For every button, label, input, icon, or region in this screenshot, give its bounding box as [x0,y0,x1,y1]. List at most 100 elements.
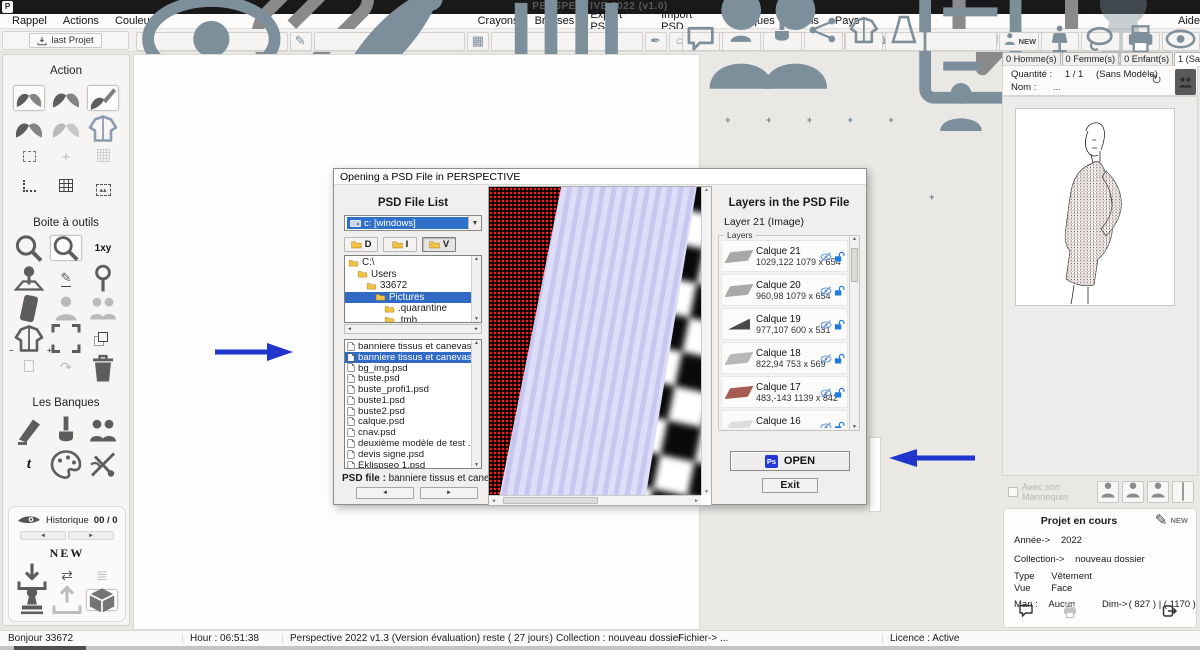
project-chat-icon[interactable] [1018,603,1034,619]
mannequin-checkbox[interactable] [1008,487,1018,497]
project-printer-icon[interactable] [1062,603,1078,619]
preview-eye-icon[interactable] [136,32,288,51]
tray-upload-icon[interactable] [51,589,83,611]
needles-icon[interactable] [87,451,119,477]
layer-item[interactable]: Calque 19 977,107 600 x 531 [721,308,848,340]
lasso-icon[interactable] [1081,32,1119,51]
layer-lock-toggle[interactable] [833,318,845,330]
open-button[interactable]: Ps OPEN [730,451,850,471]
file-next-button[interactable]: ► [420,487,478,499]
leaf-brush-icon[interactable] [314,32,466,51]
folder-shortcut-button[interactable]: V [422,237,456,252]
pencil-icon[interactable]: ✎ [290,32,312,51]
list-icon[interactable]: ≣ [86,565,118,587]
brush-add-icon[interactable]: + [763,32,802,51]
item-0-femme-s[interactable]: 0 Femme(s) [1062,52,1120,65]
woman-icon[interactable] [1122,481,1144,503]
box-icon[interactable] [86,589,118,611]
file-item[interactable]: bg_img.psd [345,363,471,374]
layer-visibility-toggle[interactable] [820,318,832,330]
man-icon[interactable] [1097,481,1119,503]
file-item[interactable]: buste.psd [345,373,471,384]
stamp-tool-icon[interactable] [16,589,48,611]
file-item[interactable]: banniere tissus et canevas1.psd [345,352,471,363]
nodes-add-icon[interactable]: + [804,32,843,51]
layer-visibility-toggle[interactable] [820,250,832,262]
folder-tree-hscrollbar[interactable]: ◄► [344,324,482,334]
drive-select[interactable]: c: [windows] ▼ [344,215,482,231]
layer-item[interactable]: Calque 20 960,98 1079 x 654 [721,274,848,306]
preview-hscroll-thumb[interactable] [503,497,598,504]
person-icon[interactable] [50,295,82,321]
palette-icon[interactable] [50,451,82,477]
person-new-button[interactable]: NEW [999,32,1039,51]
layer-visibility-toggle[interactable] [820,420,832,428]
item-0-enfant-s[interactable]: 0 Enfant(s) [1120,52,1173,65]
chat-bubble-icon[interactable] [682,32,720,51]
garment-color-icon[interactable] [87,115,119,141]
project-export-icon[interactable] [1162,603,1178,619]
canvas-scroll-strip[interactable] [869,437,881,512]
item-0-homme-s[interactable]: 0 Homme(s) [1002,52,1061,65]
folder-item[interactable]: 33672 [345,280,471,292]
eye-icon[interactable] [1162,32,1200,51]
layer-item[interactable]: Calque 21 1029,122 1079 x 654 [721,240,848,272]
layer-visibility-toggle[interactable] [820,386,832,398]
garment-add-icon[interactable]: + [926,32,997,51]
file-item[interactable]: Eklispseo 1.psd [345,460,471,469]
outfit-add-icon[interactable]: + [845,32,884,51]
folder-shortcut-button[interactable]: I [383,237,417,252]
layer-lock-toggle[interactable] [833,386,845,398]
file-prev-button[interactable]: ◄ [356,487,414,499]
refresh-icon[interactable]: ↻ [1151,73,1162,86]
dropdown-arrow-icon[interactable]: ▼ [468,216,481,230]
exit-button[interactable]: Exit [762,478,818,493]
person-share-icon[interactable] [87,295,119,321]
printer-icon[interactable] [1122,32,1160,51]
preview-vscrollbar[interactable]: ▲▼ [701,187,711,495]
grid-icon[interactable]: ▦ [467,32,489,51]
file-item[interactable]: buste2.psd [345,406,471,417]
layer-item[interactable]: Calque 17 483,-143 1139 x 842 [721,376,848,408]
folder-item[interactable]: Pictures [345,292,471,304]
folder-item[interactable]: .tmb [345,315,471,324]
fine-grid-icon[interactable] [87,145,119,171]
layer-item[interactable]: Calque 16 250,-5 1089 x 677 [721,410,848,428]
dress-add-icon[interactable]: + [885,32,924,51]
folder-item[interactable]: Users [345,269,471,281]
folder-item[interactable]: .quarantine [345,303,471,315]
folder-item[interactable]: C:\ [345,257,471,269]
layers-scroll-thumb[interactable] [851,248,858,282]
file-item[interactable]: buste_profi1.psd [345,384,471,395]
pen-nib-icon[interactable]: ✒ [645,32,667,51]
layer-visibility-toggle[interactable] [820,284,832,296]
mannequin-icon[interactable] [1041,32,1079,51]
glove-icon[interactable] [50,115,82,141]
layer-lock-toggle[interactable] [833,250,845,262]
file-item[interactable]: buste1.psd [345,395,471,406]
file-item[interactable]: calque.psd [345,417,471,428]
file-item[interactable]: banniere tissus et canevas.psd [345,341,471,352]
group-dark-button[interactable] [1175,69,1196,95]
layer-item[interactable]: Calque 18 822,94 753 x 569 [721,342,848,374]
file-item[interactable]: devis signe.psd [345,449,471,460]
model-sketch-card[interactable] [1015,108,1175,306]
layer-lock-toggle[interactable] [833,352,845,364]
marker-icon[interactable] [13,417,45,443]
layer-visibility-toggle[interactable] [820,352,832,364]
file-list-scrollbar[interactable]: ▲▼ [471,340,481,468]
folder-shortcut-button[interactable]: D [344,237,378,252]
comb-icon[interactable] [491,32,643,51]
folder-tree-scrollbar[interactable]: ▲▼ [471,256,481,322]
file-item[interactable]: deuxième modèle de test .psd [345,438,471,449]
t-brand-icon[interactable]: t [13,451,45,477]
tablet-icon[interactable] [1172,481,1194,503]
person-add-icon[interactable]: + [722,32,761,51]
file-item[interactable]: cnav.psd [345,427,471,438]
jacket-icon[interactable] [13,325,45,351]
hands-fold-icon[interactable] [13,115,45,141]
item-1-sans[interactable]: 1 (Sans) [1174,52,1200,66]
layer-lock-toggle[interactable] [833,284,845,296]
project-new-button[interactable]: ✎ NEW [1155,513,1188,528]
child-icon[interactable] [1147,481,1169,503]
